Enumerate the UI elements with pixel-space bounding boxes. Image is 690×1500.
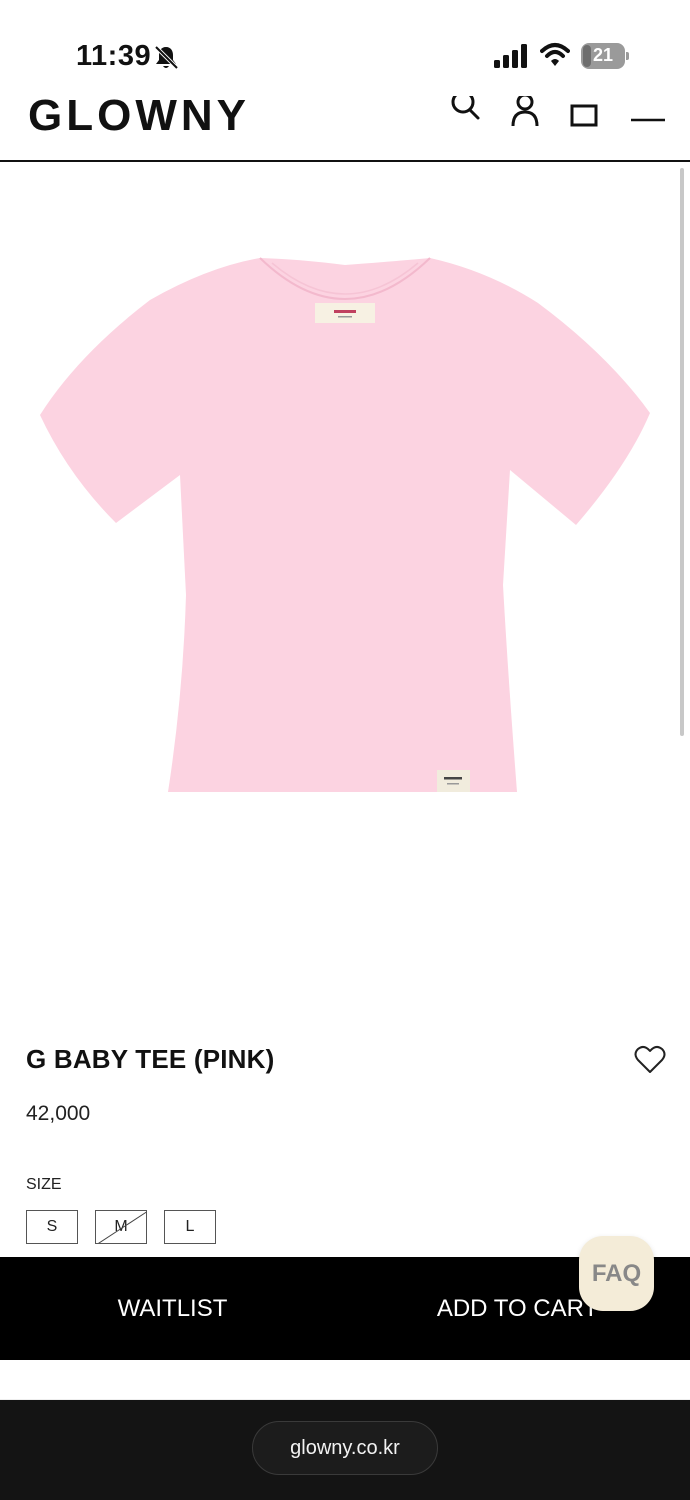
status-bar: 11:39 21 bbox=[0, 0, 690, 100]
account-icon[interactable] bbox=[510, 96, 540, 128]
size-option-l[interactable]: L bbox=[164, 1210, 216, 1244]
content-divider bbox=[0, 1360, 690, 1400]
battery-icon: 21 bbox=[581, 43, 629, 69]
size-option-m[interactable]: M bbox=[95, 1210, 147, 1244]
site-header: GLOWNY bbox=[0, 96, 690, 162]
scrollbar[interactable] bbox=[680, 168, 684, 736]
url-bar[interactable]: glowny.co.kr bbox=[252, 1421, 438, 1475]
size-label: SIZE bbox=[26, 1176, 62, 1193]
bag-icon[interactable] bbox=[570, 96, 598, 128]
product-title: G BABY TEE (PINK) bbox=[26, 1044, 275, 1074]
product-image[interactable] bbox=[38, 255, 652, 795]
waitlist-button[interactable]: WAITLIST bbox=[0, 1257, 345, 1360]
wifi-icon bbox=[540, 43, 570, 66]
menu-icon[interactable] bbox=[630, 96, 666, 128]
signal-icon bbox=[494, 44, 527, 68]
brand-logo[interactable]: GLOWNY bbox=[28, 96, 250, 146]
bell-slash-icon bbox=[154, 45, 179, 70]
product-price: 42,000 bbox=[26, 1102, 91, 1125]
browser-bar: glowny.co.kr bbox=[0, 1400, 690, 1500]
status-time: 11:39 bbox=[76, 40, 152, 72]
faq-button[interactable]: FAQ bbox=[579, 1236, 654, 1311]
heart-icon[interactable] bbox=[634, 1044, 666, 1074]
battery-percent: 21 bbox=[592, 45, 614, 65]
sold-out-strike bbox=[98, 1211, 146, 1243]
search-icon[interactable] bbox=[450, 96, 482, 128]
size-option-s[interactable]: S bbox=[26, 1210, 78, 1244]
